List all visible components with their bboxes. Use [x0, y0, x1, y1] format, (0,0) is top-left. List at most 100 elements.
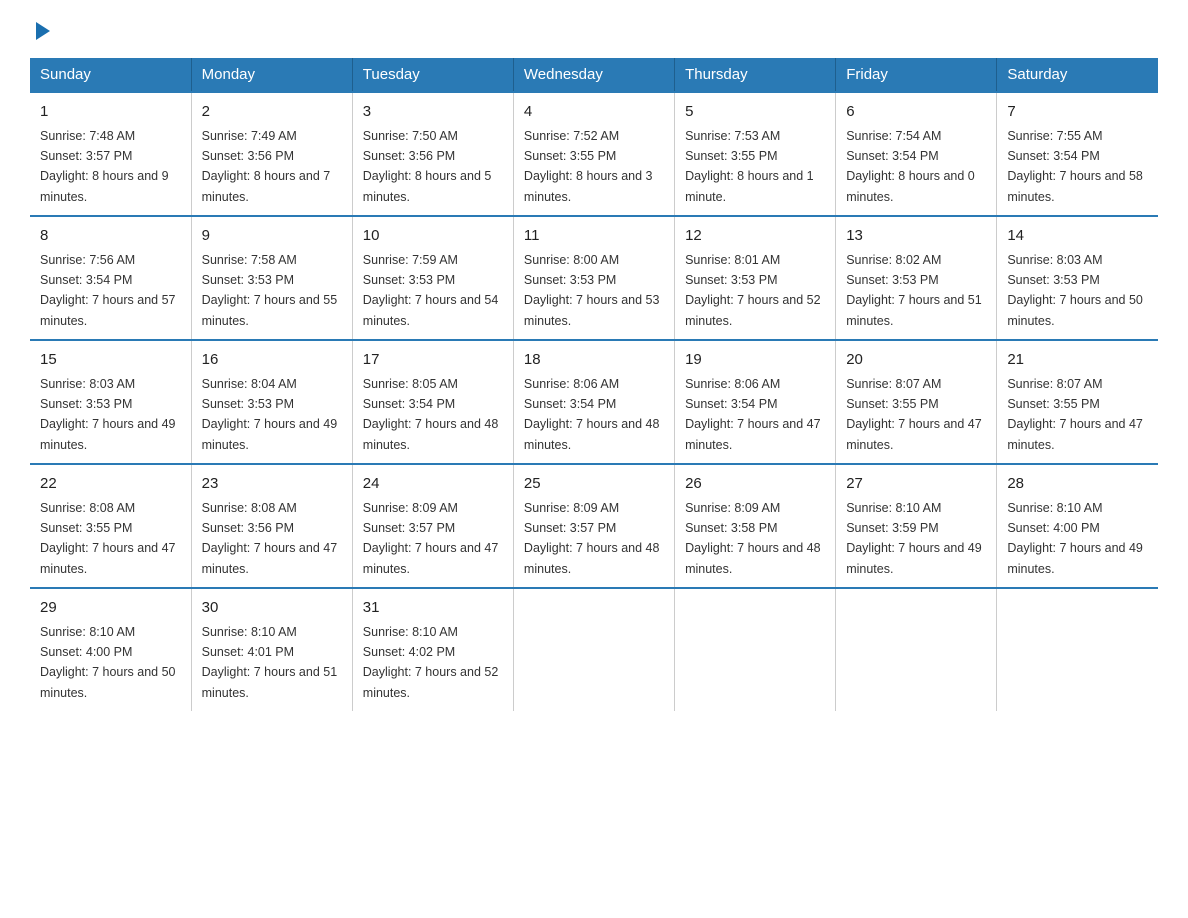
calendar-cell [675, 588, 836, 711]
day-number: 27 [846, 473, 986, 496]
day-info: Sunrise: 7:49 AMSunset: 3:56 PMDaylight:… [202, 129, 331, 204]
calendar-cell: 8 Sunrise: 7:56 AMSunset: 3:54 PMDayligh… [30, 216, 191, 340]
page-header [30, 20, 1158, 42]
calendar-cell: 28 Sunrise: 8:10 AMSunset: 4:00 PMDaylig… [997, 464, 1158, 588]
day-number: 7 [1007, 101, 1148, 124]
day-info: Sunrise: 8:10 AMSunset: 4:01 PMDaylight:… [202, 625, 338, 700]
day-number: 29 [40, 597, 181, 620]
day-info: Sunrise: 8:08 AMSunset: 3:55 PMDaylight:… [40, 501, 176, 576]
day-number: 28 [1007, 473, 1148, 496]
calendar-cell: 13 Sunrise: 8:02 AMSunset: 3:53 PMDaylig… [836, 216, 997, 340]
day-number: 21 [1007, 349, 1148, 372]
day-info: Sunrise: 7:50 AMSunset: 3:56 PMDaylight:… [363, 129, 492, 204]
week-row-5: 29 Sunrise: 8:10 AMSunset: 4:00 PMDaylig… [30, 588, 1158, 711]
day-info: Sunrise: 8:07 AMSunset: 3:55 PMDaylight:… [1007, 377, 1143, 452]
weekday-header-monday: Monday [191, 58, 352, 92]
day-info: Sunrise: 8:06 AMSunset: 3:54 PMDaylight:… [524, 377, 660, 452]
logo [30, 20, 54, 42]
calendar-cell: 7 Sunrise: 7:55 AMSunset: 3:54 PMDayligh… [997, 92, 1158, 216]
day-number: 20 [846, 349, 986, 372]
calendar-cell: 16 Sunrise: 8:04 AMSunset: 3:53 PMDaylig… [191, 340, 352, 464]
day-number: 13 [846, 225, 986, 248]
day-number: 31 [363, 597, 503, 620]
day-info: Sunrise: 8:03 AMSunset: 3:53 PMDaylight:… [1007, 253, 1143, 328]
day-number: 17 [363, 349, 503, 372]
week-row-4: 22 Sunrise: 8:08 AMSunset: 3:55 PMDaylig… [30, 464, 1158, 588]
day-number: 8 [40, 225, 181, 248]
day-number: 2 [202, 101, 342, 124]
weekday-header-saturday: Saturday [997, 58, 1158, 92]
calendar-cell: 15 Sunrise: 8:03 AMSunset: 3:53 PMDaylig… [30, 340, 191, 464]
calendar-cell: 25 Sunrise: 8:09 AMSunset: 3:57 PMDaylig… [513, 464, 674, 588]
day-info: Sunrise: 8:05 AMSunset: 3:54 PMDaylight:… [363, 377, 499, 452]
day-info: Sunrise: 8:01 AMSunset: 3:53 PMDaylight:… [685, 253, 821, 328]
calendar-cell: 3 Sunrise: 7:50 AMSunset: 3:56 PMDayligh… [352, 92, 513, 216]
day-info: Sunrise: 7:54 AMSunset: 3:54 PMDaylight:… [846, 129, 975, 204]
day-number: 9 [202, 225, 342, 248]
calendar-cell: 14 Sunrise: 8:03 AMSunset: 3:53 PMDaylig… [997, 216, 1158, 340]
day-info: Sunrise: 7:53 AMSunset: 3:55 PMDaylight:… [685, 129, 814, 204]
weekday-header-wednesday: Wednesday [513, 58, 674, 92]
day-info: Sunrise: 8:04 AMSunset: 3:53 PMDaylight:… [202, 377, 338, 452]
calendar-cell: 27 Sunrise: 8:10 AMSunset: 3:59 PMDaylig… [836, 464, 997, 588]
logo-arrow-icon [32, 20, 54, 42]
day-info: Sunrise: 8:10 AMSunset: 4:00 PMDaylight:… [40, 625, 176, 700]
weekday-header-row: SundayMondayTuesdayWednesdayThursdayFrid… [30, 58, 1158, 92]
day-info: Sunrise: 7:58 AMSunset: 3:53 PMDaylight:… [202, 253, 338, 328]
day-info: Sunrise: 8:09 AMSunset: 3:57 PMDaylight:… [363, 501, 499, 576]
day-number: 18 [524, 349, 664, 372]
day-info: Sunrise: 8:00 AMSunset: 3:53 PMDaylight:… [524, 253, 660, 328]
day-info: Sunrise: 8:09 AMSunset: 3:57 PMDaylight:… [524, 501, 660, 576]
calendar-cell: 5 Sunrise: 7:53 AMSunset: 3:55 PMDayligh… [675, 92, 836, 216]
day-info: Sunrise: 8:09 AMSunset: 3:58 PMDaylight:… [685, 501, 821, 576]
calendar-cell: 18 Sunrise: 8:06 AMSunset: 3:54 PMDaylig… [513, 340, 674, 464]
calendar-cell: 4 Sunrise: 7:52 AMSunset: 3:55 PMDayligh… [513, 92, 674, 216]
calendar-cell: 31 Sunrise: 8:10 AMSunset: 4:02 PMDaylig… [352, 588, 513, 711]
day-number: 24 [363, 473, 503, 496]
calendar-cell: 24 Sunrise: 8:09 AMSunset: 3:57 PMDaylig… [352, 464, 513, 588]
calendar-cell: 6 Sunrise: 7:54 AMSunset: 3:54 PMDayligh… [836, 92, 997, 216]
day-info: Sunrise: 8:07 AMSunset: 3:55 PMDaylight:… [846, 377, 982, 452]
day-number: 30 [202, 597, 342, 620]
calendar-cell: 20 Sunrise: 8:07 AMSunset: 3:55 PMDaylig… [836, 340, 997, 464]
calendar-cell: 30 Sunrise: 8:10 AMSunset: 4:01 PMDaylig… [191, 588, 352, 711]
calendar-cell [836, 588, 997, 711]
day-info: Sunrise: 8:02 AMSunset: 3:53 PMDaylight:… [846, 253, 982, 328]
day-info: Sunrise: 8:10 AMSunset: 3:59 PMDaylight:… [846, 501, 982, 576]
calendar-cell: 9 Sunrise: 7:58 AMSunset: 3:53 PMDayligh… [191, 216, 352, 340]
weekday-header-tuesday: Tuesday [352, 58, 513, 92]
day-number: 15 [40, 349, 181, 372]
day-number: 5 [685, 101, 825, 124]
calendar-cell: 23 Sunrise: 8:08 AMSunset: 3:56 PMDaylig… [191, 464, 352, 588]
day-info: Sunrise: 8:06 AMSunset: 3:54 PMDaylight:… [685, 377, 821, 452]
day-number: 12 [685, 225, 825, 248]
day-number: 14 [1007, 225, 1148, 248]
day-number: 3 [363, 101, 503, 124]
day-info: Sunrise: 7:55 AMSunset: 3:54 PMDaylight:… [1007, 129, 1143, 204]
calendar-cell: 10 Sunrise: 7:59 AMSunset: 3:53 PMDaylig… [352, 216, 513, 340]
calendar-cell: 19 Sunrise: 8:06 AMSunset: 3:54 PMDaylig… [675, 340, 836, 464]
calendar-cell: 17 Sunrise: 8:05 AMSunset: 3:54 PMDaylig… [352, 340, 513, 464]
calendar-table: SundayMondayTuesdayWednesdayThursdayFrid… [30, 58, 1158, 711]
day-number: 6 [846, 101, 986, 124]
week-row-3: 15 Sunrise: 8:03 AMSunset: 3:53 PMDaylig… [30, 340, 1158, 464]
day-number: 26 [685, 473, 825, 496]
calendar-cell [513, 588, 674, 711]
day-info: Sunrise: 8:08 AMSunset: 3:56 PMDaylight:… [202, 501, 338, 576]
calendar-cell: 12 Sunrise: 8:01 AMSunset: 3:53 PMDaylig… [675, 216, 836, 340]
day-info: Sunrise: 8:10 AMSunset: 4:00 PMDaylight:… [1007, 501, 1143, 576]
weekday-header-thursday: Thursday [675, 58, 836, 92]
day-number: 19 [685, 349, 825, 372]
day-number: 25 [524, 473, 664, 496]
calendar-cell [997, 588, 1158, 711]
calendar-cell: 21 Sunrise: 8:07 AMSunset: 3:55 PMDaylig… [997, 340, 1158, 464]
calendar-cell: 2 Sunrise: 7:49 AMSunset: 3:56 PMDayligh… [191, 92, 352, 216]
day-info: Sunrise: 7:59 AMSunset: 3:53 PMDaylight:… [363, 253, 499, 328]
calendar-cell: 11 Sunrise: 8:00 AMSunset: 3:53 PMDaylig… [513, 216, 674, 340]
day-number: 1 [40, 101, 181, 124]
day-info: Sunrise: 7:52 AMSunset: 3:55 PMDaylight:… [524, 129, 653, 204]
day-number: 10 [363, 225, 503, 248]
day-number: 22 [40, 473, 181, 496]
calendar-cell: 1 Sunrise: 7:48 AMSunset: 3:57 PMDayligh… [30, 92, 191, 216]
calendar-cell: 22 Sunrise: 8:08 AMSunset: 3:55 PMDaylig… [30, 464, 191, 588]
